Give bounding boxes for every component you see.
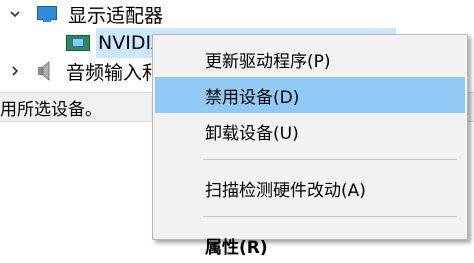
menu-item-label: 禁用设备(D) [205,87,300,108]
tree-item-display-adapters[interactable]: 显示适配器 [8,0,163,28]
menu-item-update-driver[interactable]: 更新驱动程序(P) [155,41,465,77]
menu-item-disable-device[interactable]: 禁用设备(D) [155,77,465,113]
menu-item-label: 扫描检测硬件改动(A) [205,180,366,201]
menu-separator [203,159,457,160]
context-menu: 更新驱动程序(P) 禁用设备(D) 卸载设备(U) 扫描检测硬件改动(A) 属性… [152,34,468,258]
gpu-icon [66,33,92,53]
menu-separator [203,216,457,217]
menu-item-label: 属性(R) [205,237,268,258]
chevron-right-icon[interactable] [8,64,22,78]
menu-item-label: 卸载设备(U) [205,123,299,144]
menu-item-scan-hardware-changes[interactable]: 扫描检测硬件改动(A) [155,170,465,206]
menu-item-uninstall-device[interactable]: 卸载设备(U) [155,113,465,149]
tree-item-label: 显示适配器 [68,4,164,27]
display-adapter-icon [36,5,58,23]
menu-item-properties[interactable]: 属性(R) [155,227,465,263]
menu-item-label: 更新驱动程序(P) [205,51,331,72]
speaker-icon [36,61,58,81]
chevron-down-icon[interactable] [8,7,22,21]
status-text: 用所选设备。 [0,99,102,120]
